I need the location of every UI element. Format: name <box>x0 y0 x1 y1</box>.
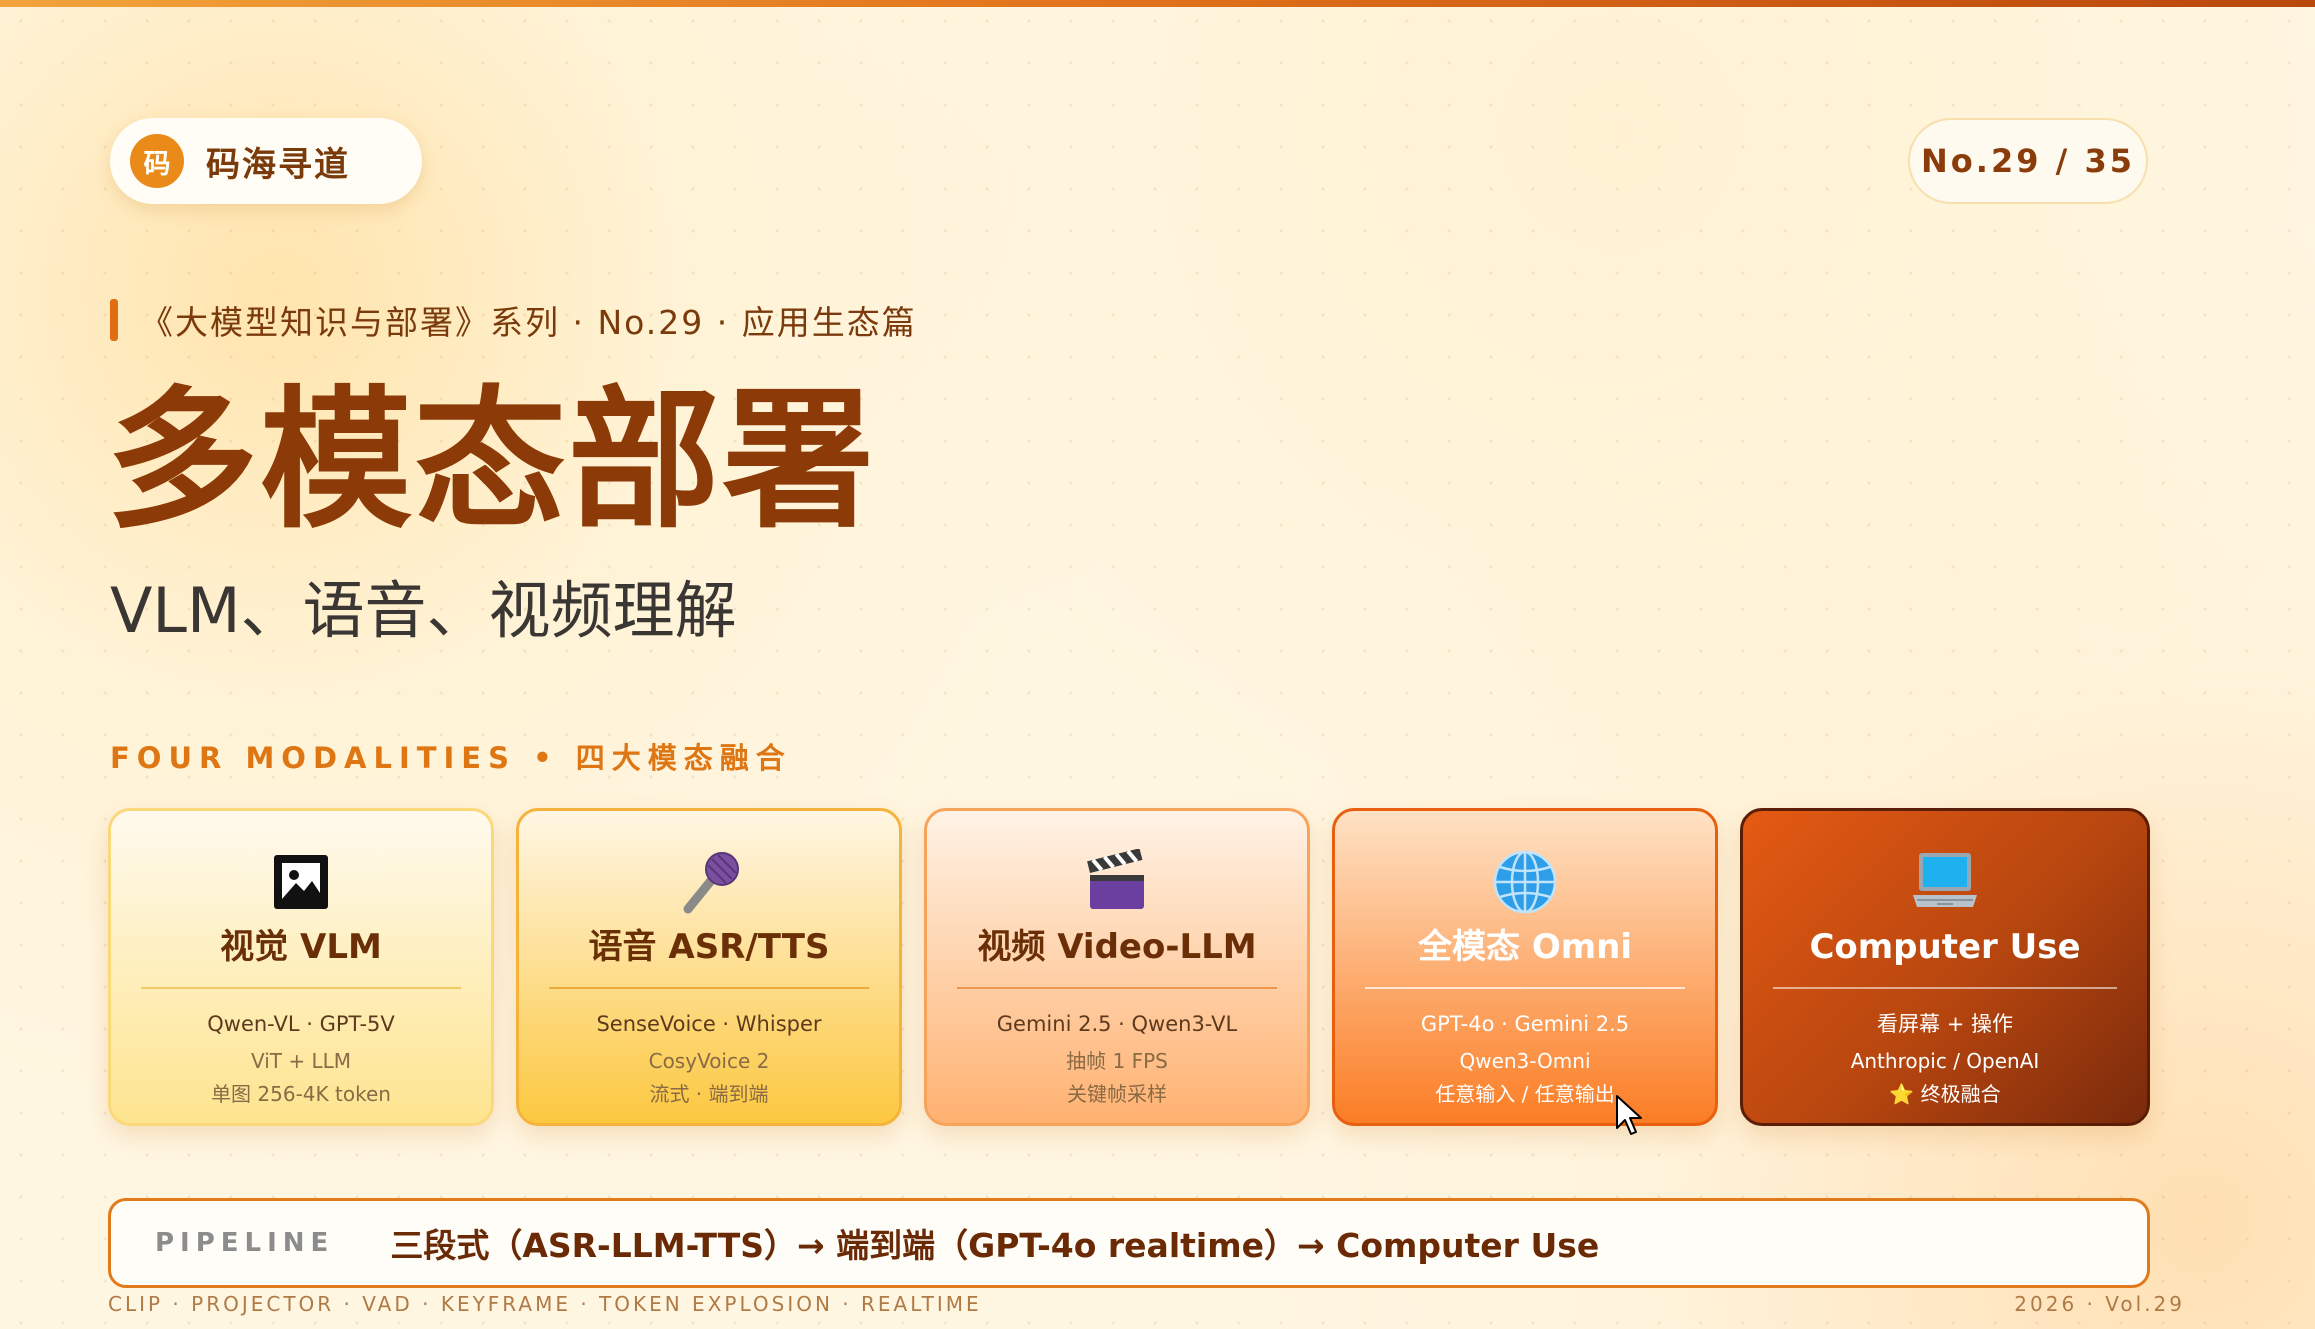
series-accent-bar <box>110 299 118 341</box>
card-speech[interactable]: 语音 ASR/TTS SenseVoice · Whisper CosyVoic… <box>516 808 902 1126</box>
picture-frame-icon <box>111 847 491 917</box>
card-divider <box>549 987 869 989</box>
card-vlm[interactable]: 视觉 VLM Qwen-VL · GPT-5V ViT + LLM 单图 256… <box>108 808 494 1126</box>
footer-keywords: CLIP · PROJECTOR · VAD · KEYFRAME · TOKE… <box>108 1292 982 1316</box>
modality-cards: 视觉 VLM Qwen-VL · GPT-5V ViT + LLM 单图 256… <box>108 808 2150 1126</box>
card-divider <box>1773 987 2117 989</box>
brand-logo: 码 <box>130 134 184 188</box>
pipeline-label: PIPELINE <box>155 1228 335 1258</box>
card-omni[interactable]: 全模态 Omni GPT-4o · Gemini 2.5 Qwen3-Omni … <box>1332 808 1718 1126</box>
card-line-2: 抽帧 1 FPS <box>1066 1049 1168 1073</box>
globe-icon <box>1335 847 1715 917</box>
card-title: Computer Use <box>1809 927 2081 967</box>
card-line-3: 单图 256-4K token <box>211 1082 391 1106</box>
pipeline-text: 三段式（ASR-LLM-TTS）→ 端到端（GPT-4o realtime）→ … <box>390 1226 1600 1265</box>
clapper-board-icon <box>927 847 1307 917</box>
card-divider <box>141 987 461 989</box>
pipeline-bar: PIPELINE 三段式（ASR-LLM-TTS）→ 端到端（GPT-4o re… <box>108 1198 2150 1288</box>
microphone-icon <box>519 847 899 917</box>
page-title: 多模态部署 <box>106 372 876 549</box>
series-text: 《大模型知识与部署》系列 · No.29 · 应用生态篇 <box>140 303 917 342</box>
card-line-2: CosyVoice 2 <box>648 1049 770 1073</box>
card-title: 视频 Video-LLM <box>977 927 1257 967</box>
card-computer-use[interactable]: Computer Use 看屏幕 + 操作 Anthropic / OpenAI… <box>1740 808 2150 1126</box>
page-counter: No.29 / 35 <box>1908 118 2148 204</box>
card-line-3: 任意输入 / 任意输出 <box>1435 1082 1615 1106</box>
card-line-1: SenseVoice · Whisper <box>596 1012 822 1036</box>
card-line-3: 关键帧采样 <box>1067 1082 1167 1106</box>
page-subtitle: VLM、语音、视频理解 <box>110 574 737 647</box>
card-line-3: ⭐ 终极融合 <box>1889 1082 2001 1106</box>
card-video[interactable]: 视频 Video-LLM Gemini 2.5 · Qwen3-VL 抽帧 1 … <box>924 808 1310 1126</box>
card-divider <box>1365 987 1685 989</box>
card-line-2: Qwen3-Omni <box>1459 1049 1591 1073</box>
series-line: 《大模型知识与部署》系列 · No.29 · 应用生态篇 <box>110 298 917 342</box>
card-title: 语音 ASR/TTS <box>588 927 830 967</box>
card-line-1: GPT-4o · Gemini 2.5 <box>1420 1012 1630 1036</box>
card-title: 全模态 Omni <box>1417 927 1633 967</box>
card-line-1: 看屏幕 + 操作 <box>1877 1012 2013 1036</box>
laptop-icon <box>1743 847 2147 917</box>
card-line-1: Qwen-VL · GPT-5V <box>207 1012 395 1036</box>
section-label: FOUR MODALITIES • 四大模态融合 <box>110 741 792 775</box>
card-title: 视觉 VLM <box>220 927 382 967</box>
brand-badge: 码 码海寻道 <box>110 118 422 204</box>
card-line-2: ViT + LLM <box>250 1049 352 1073</box>
mouse-cursor-icon <box>1615 1094 1645 1142</box>
brand-name: 码海寻道 <box>206 144 350 185</box>
footer-volume: 2026 · Vol.29 <box>2014 1292 2185 1316</box>
card-line-1: Gemini 2.5 · Qwen3-VL <box>996 1012 1238 1036</box>
card-divider <box>957 987 1277 989</box>
top-accent-bar <box>0 0 2315 7</box>
card-line-2: Anthropic / OpenAI <box>1850 1049 2040 1073</box>
card-line-3: 流式 · 端到端 <box>649 1082 769 1106</box>
